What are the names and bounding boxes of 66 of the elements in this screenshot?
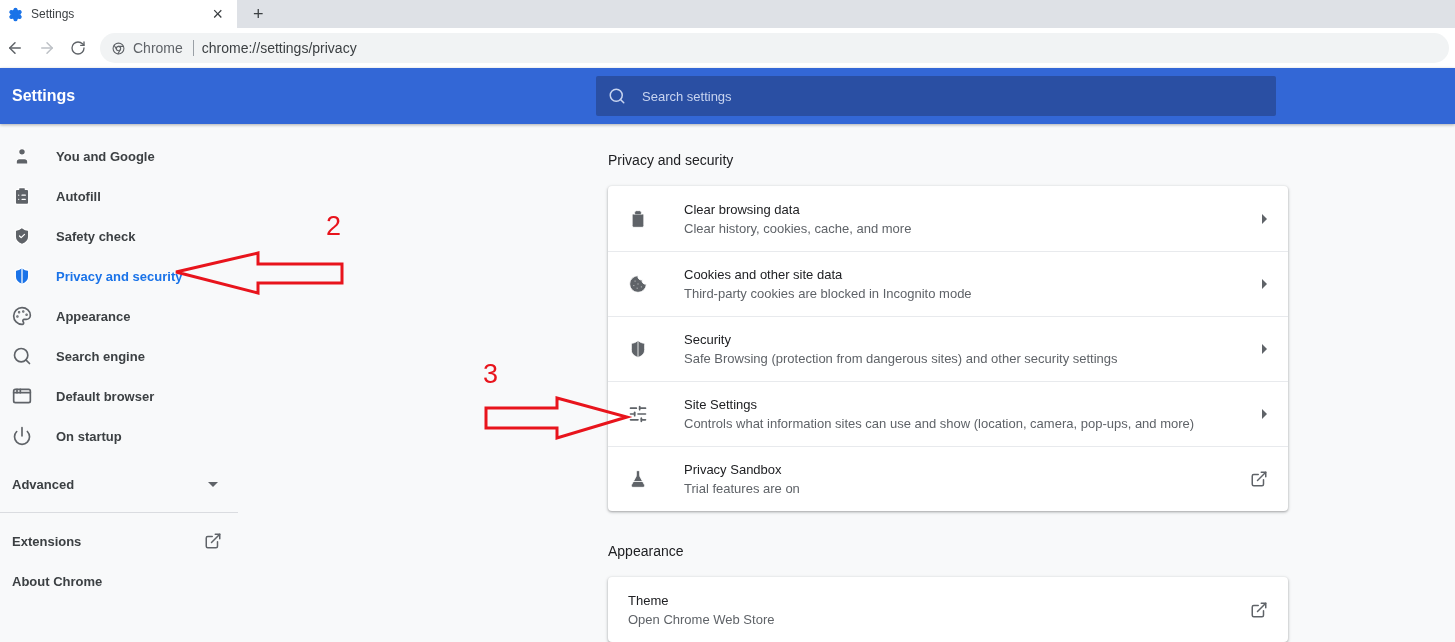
sidebar-item-icon: [12, 386, 32, 406]
sidebar-item-icon: [12, 266, 32, 286]
browser-tab[interactable]: Settings ×: [0, 0, 237, 28]
sidebar-link[interactable]: Extensions: [0, 521, 238, 561]
site-label: Chrome: [133, 40, 194, 56]
new-tab-button[interactable]: +: [249, 0, 268, 28]
settings-row[interactable]: Privacy Sandbox Trial features are on: [608, 446, 1288, 511]
tab-title: Settings: [31, 7, 76, 21]
sidebar-item[interactable]: Default browser: [0, 376, 238, 416]
sidebar-item-icon: [12, 426, 32, 446]
row-icon: [628, 404, 648, 424]
chevron-right-icon: [1262, 213, 1268, 224]
sidebar-item[interactable]: Autofill: [0, 176, 238, 216]
chevron-right-icon: [1262, 344, 1268, 354]
advanced-toggle[interactable]: Advanced: [0, 464, 238, 504]
row-subtitle: Clear history, cookies, cache, and more: [684, 220, 913, 236]
row-subtitle: Controls what information sites can use and show (location, camera, pop-ups, and more): [684, 416, 1196, 431]
annotation-number: 2: [326, 211, 342, 242]
settings-row[interactable]: Site Settings Controls what information sites can use and show (location, camera, pop-ups, and more): [608, 381, 1288, 446]
annotation-number: 3: [483, 359, 499, 390]
chevron-right-icon: [1262, 279, 1268, 289]
settings-title: Settings: [11, 87, 77, 105]
row-subtitle: Open Chrome Web Store: [628, 611, 776, 627]
row-subtitle: Trial features are on: [684, 481, 801, 496]
sidebar-item[interactable]: Search engine: [0, 336, 238, 376]
row-title: Clear browsing data: [684, 201, 801, 217]
sidebar-item-icon: [12, 226, 32, 246]
settings-row[interactable]: Theme Open Chrome Web Store: [608, 577, 1288, 642]
address-bar[interactable]: Chrome chrome://settings/privacy: [100, 33, 1449, 63]
search-field[interactable]: Search settings: [596, 76, 1276, 116]
external-link-icon[interactable]: [1250, 600, 1268, 619]
reload-button[interactable]: [70, 40, 86, 56]
row-title: Security: [684, 332, 732, 347]
row-icon: [628, 469, 648, 489]
settings-row[interactable]: Clear browsing data Clear history, cookies, cache, and more: [608, 186, 1288, 251]
close-tab-button[interactable]: ×: [208, 5, 227, 23]
caret-icon: [208, 481, 218, 487]
external-link-icon[interactable]: [1250, 470, 1268, 488]
sidebar-item-icon: [12, 186, 32, 206]
sidebar-item[interactable]: You and Google: [0, 136, 238, 176]
row-icon: [628, 274, 648, 294]
back-button[interactable]: [6, 39, 24, 57]
external-link-icon: [204, 532, 222, 550]
url-text: chrome://settings/privacy: [201, 40, 357, 56]
sidebar-item[interactable]: On startup: [0, 416, 238, 456]
settings-row[interactable]: Security Safe Browsing (protection from dangerous sites) and other security settings: [608, 316, 1288, 381]
row-title: Privacy Sandbox: [684, 462, 783, 477]
section-title: Privacy and security: [608, 152, 735, 168]
settings-icon: [8, 6, 23, 22]
row-title: Cookies and other site data: [684, 267, 844, 282]
chevron-right-icon: [1262, 409, 1268, 419]
sidebar-item[interactable]: Safety check: [0, 216, 238, 256]
chrome-icon: [112, 41, 125, 55]
sidebar-item[interactable]: Privacy and security: [0, 256, 238, 296]
sidebar-link[interactable]: About Chrome: [0, 561, 238, 601]
row-title: Theme: [628, 592, 670, 608]
section-title: Appearance: [608, 543, 685, 559]
row-subtitle: Safe Browsing (protection from dangerous sites) and other security settings: [684, 351, 1119, 366]
row-icon: [628, 339, 648, 359]
sidebar-item-icon: [12, 306, 32, 326]
sidebar-item[interactable]: Appearance: [0, 296, 238, 336]
row-title: Site Settings: [684, 397, 758, 412]
settings-row[interactable]: Cookies and other site data Third-party cookies are blocked in Incognito mode: [608, 251, 1288, 316]
sidebar-item-icon: [12, 346, 32, 366]
search-icon: [608, 87, 626, 105]
row-subtitle: Third-party cookies are blocked in Incognito mode: [684, 286, 973, 301]
